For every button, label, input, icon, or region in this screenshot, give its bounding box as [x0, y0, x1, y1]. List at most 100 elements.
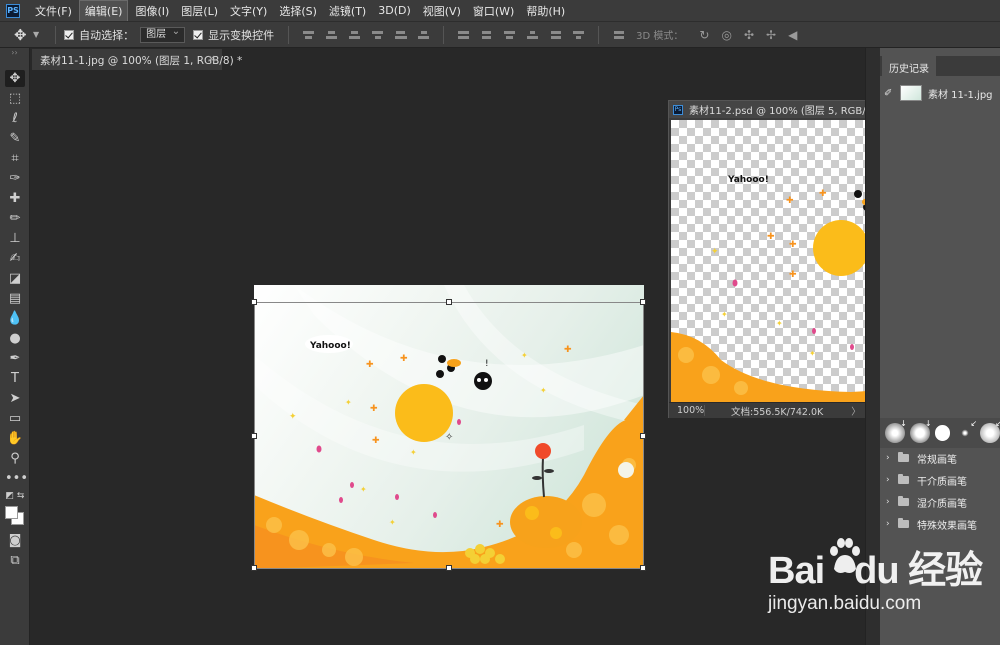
menu-file[interactable]: 文件(F) [30, 1, 77, 21]
distribute-hcenter-icon[interactable] [549, 28, 562, 41]
menu-bar: PS 文件(F) 编辑(E) 图像(I) 图层(L) 文字(Y) 选择(S) 滤… [0, 0, 1000, 22]
transform-handle-bottom-right[interactable] [640, 565, 646, 571]
align-right-icon[interactable] [417, 28, 430, 41]
menu-edit[interactable]: 编辑(E) [78, 0, 129, 22]
menu-layer[interactable]: 图层(L) [176, 1, 223, 21]
menu-3d[interactable]: 3D(D) [373, 2, 416, 19]
align-hcenter-icon[interactable] [394, 28, 407, 41]
distribute-vcenter-icon[interactable] [480, 28, 493, 41]
chevron-right-icon[interactable]: › [886, 497, 896, 507]
history-brush-tool-icon[interactable]: ✍ [5, 250, 25, 267]
transform-handle-top-right[interactable] [640, 299, 646, 305]
transform-handle-left[interactable] [251, 433, 257, 439]
transform-handle-right[interactable] [640, 433, 646, 439]
transform-handle-top[interactable] [446, 299, 452, 305]
more-tools-icon[interactable]: ••• [5, 470, 28, 487]
crop-tool-icon[interactable]: ⌗ [5, 150, 25, 167]
default-colors-icon[interactable]: ◩ ⇆ [5, 488, 25, 505]
quick-select-tool-icon[interactable]: ✎ [5, 130, 25, 147]
distribute-bottom-icon[interactable] [503, 28, 516, 41]
foreground-color-swatch[interactable] [5, 506, 18, 519]
3d-pan-icon[interactable]: ✣ [744, 28, 754, 42]
brush-preset-hard[interactable] [934, 425, 951, 441]
brush-tool-icon[interactable]: ✏ [5, 210, 25, 227]
move-tool-icon[interactable]: ✥ [5, 70, 25, 87]
3d-scale-icon[interactable]: ◀ [788, 28, 797, 42]
align-bottom-icon[interactable] [348, 28, 361, 41]
transform-center-icon[interactable]: ✧ [445, 432, 453, 443]
move-tool-preset-icon[interactable]: ✥ [14, 27, 30, 43]
menu-select[interactable]: 选择(S) [274, 1, 322, 21]
gradient-tool-icon[interactable]: ▤ [5, 290, 25, 307]
menu-image[interactable]: 图像(I) [130, 1, 174, 21]
svg-text:✦: ✦ [711, 247, 719, 257]
chevron-right-icon[interactable]: › [886, 453, 896, 463]
distribute-left-icon[interactable] [526, 28, 539, 41]
chevron-right-icon[interactable]: › [886, 475, 896, 485]
rectangle-tool-icon[interactable]: ▭ [5, 410, 25, 427]
status-arrow-icon[interactable]: 〉 [851, 404, 861, 418]
close-icon[interactable]: × [207, 52, 216, 65]
svg-text:✚: ✚ [789, 240, 797, 250]
history-snapshot-label: 素材 11-1.jpg [928, 89, 993, 101]
history-snapshot-row[interactable]: ✐ 素材 11-1.jpg [880, 80, 1000, 106]
marquee-tool-icon[interactable]: ⬚ [5, 90, 25, 107]
svg-text:✚: ✚ [366, 360, 374, 370]
folder-icon [898, 474, 909, 484]
menu-type[interactable]: 文字(Y) [225, 1, 272, 21]
lasso-tool-icon[interactable]: ℓ [5, 110, 25, 127]
zoom-level[interactable]: 100% [669, 405, 705, 416]
hand-tool-icon[interactable]: ✋ [5, 430, 25, 447]
zoom-tool-icon[interactable]: ⚲ [5, 450, 25, 467]
transform-handle-top-left[interactable] [251, 299, 257, 305]
eraser-tool-icon[interactable]: ◪ [5, 270, 25, 287]
brush-preset-soft[interactable]: ↓ [885, 419, 907, 443]
transform-handle-bottom[interactable] [446, 565, 452, 571]
menu-filter[interactable]: 滤镜(T) [324, 1, 371, 21]
screen-mode-icon[interactable]: ⧉ [5, 552, 25, 569]
divider [55, 25, 57, 44]
menu-window[interactable]: 窗口(W) [468, 1, 519, 21]
3d-slide-icon[interactable]: ✢ [766, 28, 776, 42]
document-tab[interactable]: 素材11-1.jpg @ 100% (图层 1, RGB/8) * × [32, 49, 242, 70]
path-select-tool-icon[interactable]: ➤ [5, 390, 25, 407]
brush-preset-soft-2[interactable]: ↓ [909, 419, 932, 443]
tab-history[interactable]: 历史记录 [882, 56, 936, 76]
quick-mask-icon[interactable]: ◙ [5, 532, 25, 549]
main-document-canvas[interactable]: Yahooo! ! ✚ ✚ ✚ ✚ ✚ ✚ ✦ ✦ ✦ ✦ ✦ ✦ ✦ [254, 285, 644, 569]
type-tool-icon[interactable]: T [5, 370, 25, 387]
chevron-down-icon[interactable]: ▼ [33, 30, 39, 39]
transform-handle-bottom-left[interactable] [251, 565, 257, 571]
auto-select-checkbox[interactable] [64, 29, 75, 40]
panel-grip-icon[interactable]: ›› [0, 48, 29, 58]
clone-stamp-tool-icon[interactable]: ⊥ [5, 230, 25, 247]
chevron-right-icon[interactable]: › [886, 519, 896, 529]
align-vcenter-icon[interactable] [325, 28, 338, 41]
3d-orbit-icon[interactable]: ↻ [699, 28, 709, 42]
history-brush-icon[interactable]: ✐ [884, 88, 896, 99]
auto-select-label: 自动选择： [79, 28, 135, 42]
brush-group-general[interactable]: › 常规画笔 [880, 448, 1000, 468]
brush-group-label: 干介质画笔 [917, 476, 967, 488]
brush-group-special-effects[interactable]: › 特殊效果画笔 [880, 514, 1000, 534]
show-transform-checkbox[interactable] [193, 29, 204, 40]
auto-align-icon[interactable] [612, 28, 625, 41]
brush-preset-large[interactable]: ↙ [980, 419, 1000, 443]
dodge-tool-icon[interactable]: ● [5, 330, 25, 347]
align-top-icon[interactable] [302, 28, 315, 41]
eyedropper-tool-icon[interactable]: ✑ [5, 170, 25, 187]
pen-tool-icon[interactable]: ✒ [5, 350, 25, 367]
brush-preset-small[interactable]: ↙ [955, 419, 977, 443]
blur-tool-icon[interactable]: 💧 [5, 310, 25, 327]
3d-roll-icon[interactable]: ◎ [721, 28, 731, 42]
auto-select-dropdown[interactable]: 图层 [140, 25, 186, 43]
distribute-top-icon[interactable] [457, 28, 470, 41]
brush-group-wet-media[interactable]: › 湿介质画笔 [880, 492, 1000, 512]
distribute-right-icon[interactable] [572, 28, 585, 41]
align-left-icon[interactable] [371, 28, 384, 41]
brush-group-dry-media[interactable]: › 干介质画笔 [880, 470, 1000, 490]
menu-view[interactable]: 视图(V) [418, 1, 466, 21]
menu-help[interactable]: 帮助(H) [521, 1, 570, 21]
healing-brush-tool-icon[interactable]: ✚ [5, 190, 25, 207]
3d-mode-label: 3D 模式： [636, 31, 684, 42]
